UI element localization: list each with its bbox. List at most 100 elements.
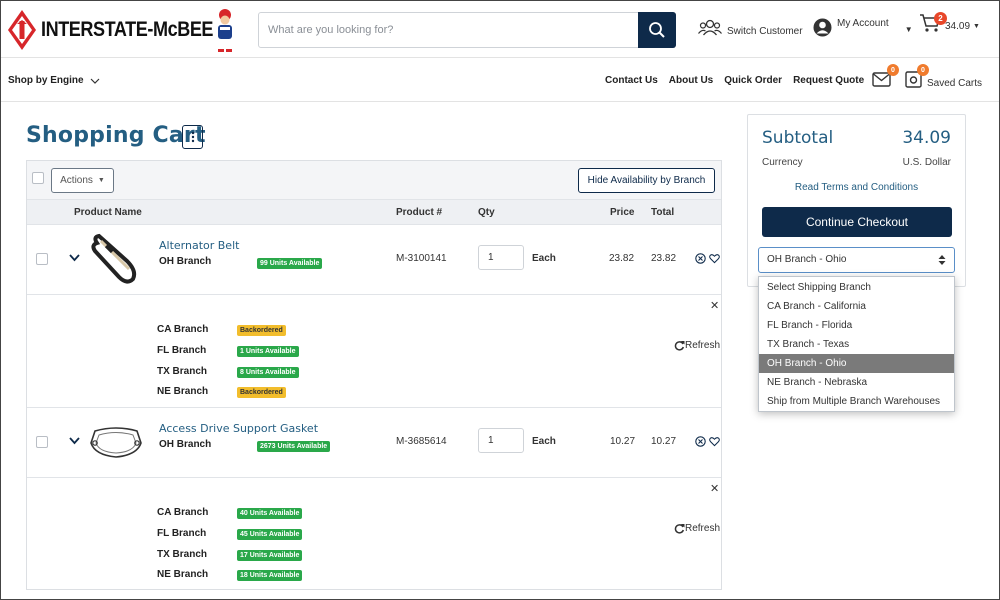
branch-option[interactable]: TX Branch - Texas [759,335,954,354]
switch-customer-button[interactable]: Switch Customer [698,19,803,37]
branch-status-badge: 45 Units Available [237,529,303,540]
select-arrows-icon [938,248,946,275]
branch-option[interactable]: Select Shipping Branch [759,278,954,297]
shop-by-engine-label: Shop by Engine [8,75,84,86]
branch-status-badge: 8 Units Available [237,367,299,378]
search-input[interactable] [259,13,638,47]
branch-name: TX Branch [157,366,208,377]
shipping-branch-select[interactable]: OH Branch - Ohio [758,247,955,273]
refresh-button[interactable]: Refresh [674,340,720,351]
product-image[interactable] [87,423,145,461]
search-button[interactable] [638,12,676,48]
branch-option-selected[interactable]: OH Branch - Ohio [759,354,954,373]
branch-availability-panel: ✕ CA Branch Backordered FL Branch 1 Unit… [27,295,721,408]
unit-label: Each [532,253,556,264]
logo[interactable]: INTERSTATE-McBEE [7,9,241,51]
shop-by-engine-menu[interactable]: Shop by Engine [8,75,100,86]
terms-link[interactable]: Read Terms and Conditions [748,182,965,193]
cart-options-button[interactable] [182,125,203,149]
refresh-icon [674,341,685,351]
total-value: 23.82 [651,253,677,264]
quantity-input[interactable]: 1 [478,245,524,270]
refresh-label: Refresh [685,523,721,534]
chevron-down-icon[interactable] [69,437,80,445]
currency-label: Currency [762,157,803,168]
branch-status-badge: 18 Units Available [237,570,303,581]
logo-text: INTERSTATE-McBEE [41,18,214,41]
branch-name: FL Branch [157,345,207,356]
hide-availability-button[interactable]: Hide Availability by Branch [578,168,715,193]
product-name-link[interactable]: Alternator Belt [159,239,239,252]
branch-option[interactable]: FL Branch - Florida [759,316,954,335]
branch-status-badge: 1 Units Available [237,346,299,357]
close-icon[interactable]: ✕ [710,482,719,495]
chevron-down-icon[interactable] [69,254,80,262]
availability-badge: 2673 Units Available [257,441,331,452]
actions-dropdown-button[interactable]: Actions ▼ [51,168,114,193]
chevron-down-icon: ▼ [973,22,980,30]
chevron-down-icon: ▼ [97,177,105,184]
nav-link-request-quote[interactable]: Request Quote [793,75,864,86]
remove-item-icon[interactable] [695,436,706,447]
logo-diamond-icon [8,10,36,50]
cart-button[interactable]: 2 34.09 ▼ [919,12,980,33]
col-qty: Qty [478,207,495,218]
refresh-button[interactable]: Refresh [674,523,720,534]
subtotal-label: Subtotal [762,128,834,148]
refresh-icon [674,524,685,534]
branch-option[interactable]: CA Branch - California [759,297,954,316]
search-icon [649,22,665,38]
branch-option[interactable]: Ship from Multiple Branch Warehouses [759,392,954,411]
nav-link-about-us[interactable]: About Us [669,75,713,86]
nav-link-quick-order[interactable]: Quick Order [724,75,782,86]
row-checkbox[interactable] [36,436,48,448]
continue-checkout-button[interactable]: Continue Checkout [762,207,952,237]
branch-status-badge: 40 Units Available [237,508,303,519]
col-total: Total [651,207,675,218]
close-icon[interactable]: ✕ [710,299,719,312]
order-summary-panel: Subtotal 34.09 Currency U.S. Dollar Read… [747,114,966,287]
item-branch-label: OH Branch [159,256,212,267]
saved-carts-link[interactable]: Saved Carts [927,78,982,89]
col-product-number: Product # [396,207,443,218]
branch-name: FL Branch [157,528,207,539]
chevron-down-icon: ▼ [904,25,913,34]
remove-item-icon[interactable] [695,253,706,264]
users-icon [698,19,722,36]
cart-table: Actions ▼ Hide Availability by Branch Pr… [26,160,722,590]
select-all-checkbox[interactable] [32,172,44,184]
subtotal-amount: 34.09 [902,128,951,148]
table-header: Product Name Product # Qty Price Total [27,200,721,225]
quantity-input[interactable]: 1 [478,428,524,453]
branch-name: CA Branch [157,324,209,335]
heart-icon[interactable] [709,436,720,447]
row-checkbox[interactable] [36,253,48,265]
messages-count-badge: 0 [887,64,899,76]
col-price: Price [610,207,635,218]
heart-icon[interactable] [709,253,720,264]
branch-option[interactable]: NE Branch - Nebraska [759,373,954,392]
branch-status-badge: Backordered [237,387,286,398]
cart-toolbar: Actions ▼ Hide Availability by Branch [27,161,721,200]
unit-label: Each [532,436,556,447]
account-icon [813,18,832,37]
product-number: M-3100141 [396,253,447,264]
table-row: Alternator Belt OH Branch 99 Units Avail… [27,225,721,295]
branch-status-badge: Backordered [237,325,286,336]
chevron-down-icon [90,78,99,84]
shipping-branch-dropdown: Select Shipping Branch CA Branch - Calif… [758,276,955,412]
my-account-menu[interactable]: My Account ▼ [813,18,913,37]
item-branch-label: OH Branch [159,439,212,450]
product-image[interactable] [87,233,147,287]
search-bar [258,12,676,48]
price-value: 10.27 [610,436,636,447]
mascot-icon [218,9,232,52]
table-row: Access Drive Support Gasket OH Branch 26… [27,408,721,478]
branch-name: CA Branch [157,507,209,518]
product-name-link[interactable]: Access Drive Support Gasket [159,422,318,435]
nav-link-contact-us[interactable]: Contact Us [605,75,658,86]
cart-total: 34.09 [945,20,971,32]
branch-availability-panel: ✕ CA Branch 40 Units Available FL Branch… [27,478,721,589]
saved-carts-count-badge: 0 [917,64,929,76]
branch-name: NE Branch [157,569,209,580]
